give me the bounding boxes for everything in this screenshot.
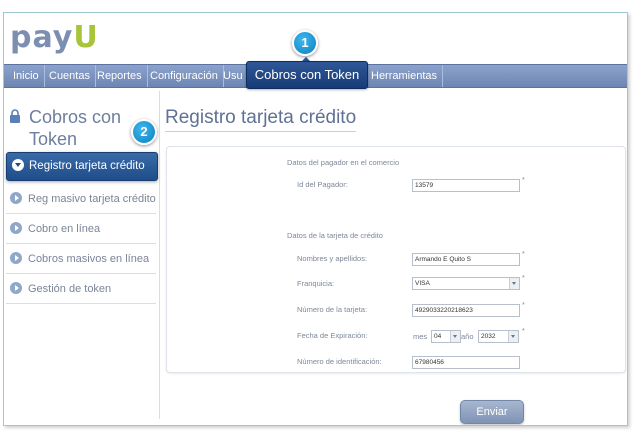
nav-item-cuentas[interactable]: Cuentas: [44, 65, 96, 87]
sidebar-title-line1: Cobros con: [29, 107, 122, 127]
nav-item-usuarios[interactable]: Usu: [218, 65, 248, 87]
year-label: año: [461, 332, 474, 341]
sidebar-item-label: Cobros masivos en línea: [28, 253, 150, 265]
required-mark: *: [522, 251, 525, 258]
page-title: Registro tarjeta crédito: [165, 107, 357, 132]
sidebar-item-label: Gestión de token: [28, 283, 112, 295]
sidebar-item-cobros-masivos[interactable]: Cobros masivos en línea: [6, 245, 156, 274]
nav-item-reportes[interactable]: Reportes: [92, 65, 148, 87]
nav-item-configuracion[interactable]: Configuración: [145, 65, 224, 87]
id-number-input[interactable]: 67980456: [412, 356, 520, 369]
nav-item-cobros-con-token[interactable]: Cobros con Token: [246, 61, 368, 89]
name-input[interactable]: Armando E Quito S: [412, 253, 520, 266]
sidebar-item-registro-tarjeta[interactable]: Registro tarjeta crédito: [6, 152, 158, 181]
sidebar-item-reg-masivo[interactable]: Reg masivo tarjeta crédito: [6, 185, 156, 214]
play-arrow-icon: [10, 192, 22, 205]
section-card-heading: Datos de la tarjeta de crédito: [287, 231, 383, 240]
chevron-down-icon: [508, 331, 518, 342]
logo-u-text: U: [73, 20, 99, 55]
chevron-down-icon: [509, 278, 519, 289]
payu-logo: payU LATAM: [10, 20, 105, 74]
month-select-value: 04: [434, 333, 442, 340]
sidebar-title-line2: Token: [29, 129, 78, 149]
app-window: payU LATAM Inicio Cuentas Reportes Confi…: [3, 12, 628, 426]
submit-button[interactable]: Enviar: [460, 400, 524, 424]
play-arrow-icon: [10, 252, 22, 265]
card-number-label: Número de la tarjeta:: [297, 305, 368, 314]
brand-label: Franquicia:: [297, 279, 335, 288]
year-select[interactable]: 2032: [478, 330, 519, 343]
chevron-down-icon: [12, 158, 24, 171]
payer-id-input[interactable]: 13579: [412, 179, 520, 192]
sidebar-item-label: Reg masivo tarjeta crédito: [28, 193, 156, 205]
name-label: Nombres y apellidos:: [297, 254, 368, 263]
sidebar-item-label: Registro tarjeta crédito: [29, 160, 145, 172]
expiry-label: Fecha de Expiración:: [297, 331, 368, 340]
month-label: mes: [413, 332, 428, 341]
month-select[interactable]: 04: [431, 330, 461, 343]
lock-icon: [10, 109, 20, 123]
sidebar-title: Cobros con Token: [9, 107, 121, 149]
chevron-down-icon: [450, 331, 460, 342]
year-select-value: 2032: [481, 333, 496, 340]
required-mark: *: [522, 275, 525, 282]
id-number-label: Número de identificación:: [297, 357, 382, 366]
play-arrow-icon: [10, 282, 22, 295]
required-mark: *: [522, 328, 525, 335]
required-mark: *: [522, 177, 525, 184]
nav-item-inicio[interactable]: Inicio: [8, 65, 45, 87]
section-payer-heading: Datos del pagador en el comercio: [287, 158, 400, 167]
required-mark: *: [522, 302, 525, 309]
payer-id-label: Id del Pagador:: [297, 180, 348, 189]
step-badge-1: 1: [292, 30, 318, 56]
form-panel: [166, 146, 626, 373]
step-badge-2: 2: [131, 119, 157, 145]
card-number-input[interactable]: 4929033220218623: [412, 304, 520, 317]
nav-item-herramientas[interactable]: Herramientas: [366, 65, 444, 87]
brand-select-value: VISA: [415, 280, 430, 287]
sidebar-divider: [159, 91, 160, 419]
logo-pay-text: pay: [10, 20, 74, 55]
brand-select[interactable]: VISA: [412, 277, 520, 290]
sidebar-item-gestion-token[interactable]: Gestión de token: [6, 275, 156, 304]
sidebar-item-label: Cobro en línea: [28, 223, 101, 235]
sidebar-item-cobro-en-linea[interactable]: Cobro en línea: [6, 215, 156, 244]
play-arrow-icon: [10, 222, 22, 235]
